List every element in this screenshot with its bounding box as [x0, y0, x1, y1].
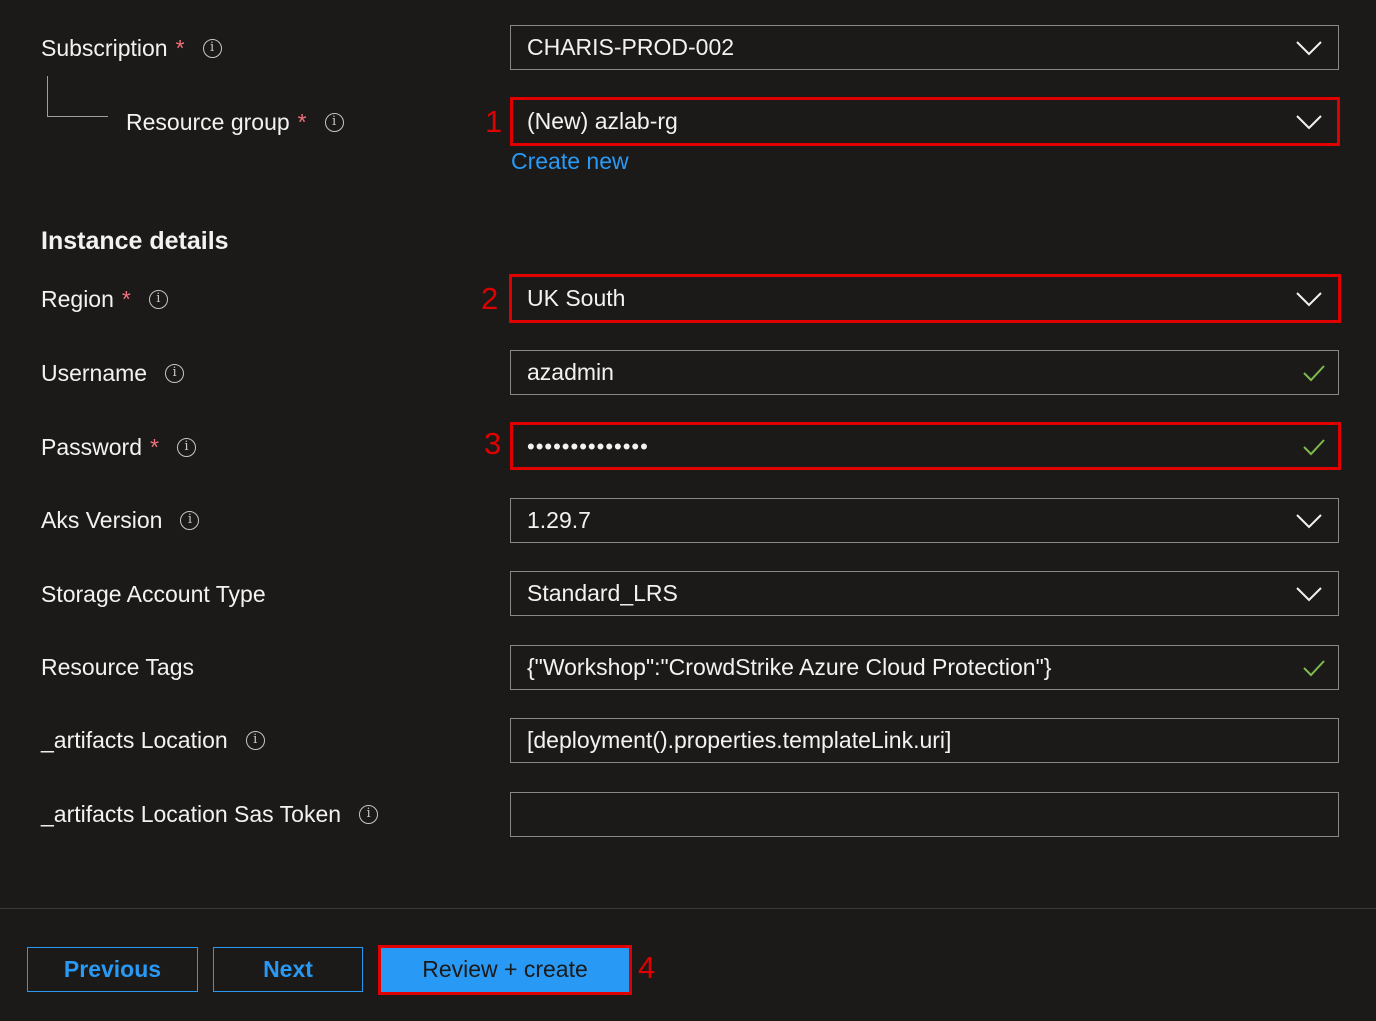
tree-connector-horizontal — [47, 116, 108, 117]
create-new-link[interactable]: Create new — [511, 148, 629, 175]
resource-tags-label-text: Resource Tags — [41, 654, 194, 680]
info-icon[interactable]: i — [176, 437, 196, 457]
instance-details-heading: Instance details — [41, 227, 229, 255]
annotation-number-2: 2 — [481, 281, 499, 316]
password-value: •••••••••••••• — [527, 433, 649, 459]
username-value: azadmin — [527, 359, 614, 385]
artifacts-location-input[interactable]: [deployment().properties.templateLink.ur… — [510, 718, 1339, 763]
region-dropdown[interactable]: UK South — [510, 276, 1339, 321]
annotation-number-4: 4 — [638, 950, 656, 985]
info-icon[interactable]: i — [165, 363, 185, 383]
previous-button-label: Previous — [63, 956, 162, 982]
info-icon[interactable]: i — [180, 510, 200, 530]
info-icon[interactable]: i — [324, 112, 344, 132]
review-create-button[interactable]: Review + create — [381, 947, 629, 992]
chevron-down-icon — [1296, 40, 1322, 55]
resource-group-label: Resource group * i — [126, 107, 344, 137]
region-label: Region * i — [41, 284, 168, 314]
checkmark-icon — [1303, 364, 1325, 381]
next-button-label: Next — [263, 956, 313, 982]
password-label-text: Password — [41, 434, 142, 460]
region-value: UK South — [527, 285, 626, 311]
resource-tags-label: Resource Tags — [41, 652, 194, 682]
artifacts-location-value: [deployment().properties.templateLink.ur… — [527, 727, 952, 753]
storage-account-type-dropdown[interactable]: Standard_LRS — [510, 571, 1339, 616]
username-label-text: Username — [41, 360, 148, 386]
artifacts-location-label: _artifacts Location i — [41, 725, 265, 755]
storage-account-type-label-text: Storage Account Type — [41, 581, 266, 607]
subscription-dropdown[interactable]: CHARIS-PROD-002 — [510, 25, 1339, 70]
artifacts-location-label-text: _artifacts Location — [41, 727, 228, 753]
footer-divider — [0, 908, 1376, 909]
artifacts-sas-token-label-text: _artifacts Location Sas Token — [41, 801, 342, 827]
username-label: Username i — [41, 358, 185, 388]
region-label-text: Region — [41, 286, 114, 312]
chevron-down-icon — [1296, 114, 1322, 129]
review-create-button-label: Review + create — [422, 956, 588, 982]
password-input[interactable]: •••••••••••••• — [510, 424, 1339, 469]
chevron-down-icon — [1296, 586, 1322, 601]
resource-group-label-text: Resource group — [126, 109, 290, 135]
required-marker: * — [149, 434, 159, 460]
aks-version-dropdown[interactable]: 1.29.7 — [510, 498, 1339, 543]
tree-connector-vertical — [47, 76, 48, 116]
info-icon[interactable]: i — [202, 38, 222, 58]
chevron-down-icon — [1296, 291, 1322, 306]
checkmark-icon — [1303, 659, 1325, 676]
next-button[interactable]: Next — [213, 947, 363, 992]
chevron-down-icon — [1296, 513, 1322, 528]
required-marker: * — [297, 109, 307, 135]
subscription-label-text: Subscription — [41, 35, 168, 61]
annotation-number-1: 1 — [485, 104, 503, 139]
resource-group-value: (New) azlab-rg — [527, 108, 678, 134]
storage-account-type-label: Storage Account Type — [41, 579, 266, 609]
aks-version-label-text: Aks Version — [41, 507, 163, 533]
info-icon[interactable]: i — [245, 730, 265, 750]
subscription-label: Subscription * i — [41, 33, 222, 63]
checkmark-icon — [1303, 438, 1325, 455]
resource-tags-input[interactable]: {"Workshop":"CrowdStrike Azure Cloud Pro… — [510, 645, 1339, 690]
username-input[interactable]: azadmin — [510, 350, 1339, 395]
aks-version-value: 1.29.7 — [527, 507, 591, 533]
aks-version-label: Aks Version i — [41, 505, 200, 535]
artifacts-sas-token-label: _artifacts Location Sas Token i — [41, 799, 379, 829]
annotation-number-3: 3 — [484, 426, 502, 461]
info-icon[interactable]: i — [359, 804, 379, 824]
previous-button[interactable]: Previous — [27, 947, 198, 992]
artifacts-sas-token-input[interactable] — [510, 792, 1339, 837]
password-label: Password * i — [41, 432, 196, 462]
storage-account-type-value: Standard_LRS — [527, 580, 678, 606]
info-icon[interactable]: i — [148, 289, 168, 309]
required-marker: * — [121, 286, 131, 312]
required-marker: * — [175, 35, 185, 61]
deployment-form: Subscription * i CHARIS-PROD-002 Resourc… — [0, 0, 1376, 1021]
subscription-value: CHARIS-PROD-002 — [527, 34, 735, 60]
resource-tags-value: {"Workshop":"CrowdStrike Azure Cloud Pro… — [527, 654, 1052, 680]
resource-group-dropdown[interactable]: (New) azlab-rg — [510, 99, 1339, 144]
